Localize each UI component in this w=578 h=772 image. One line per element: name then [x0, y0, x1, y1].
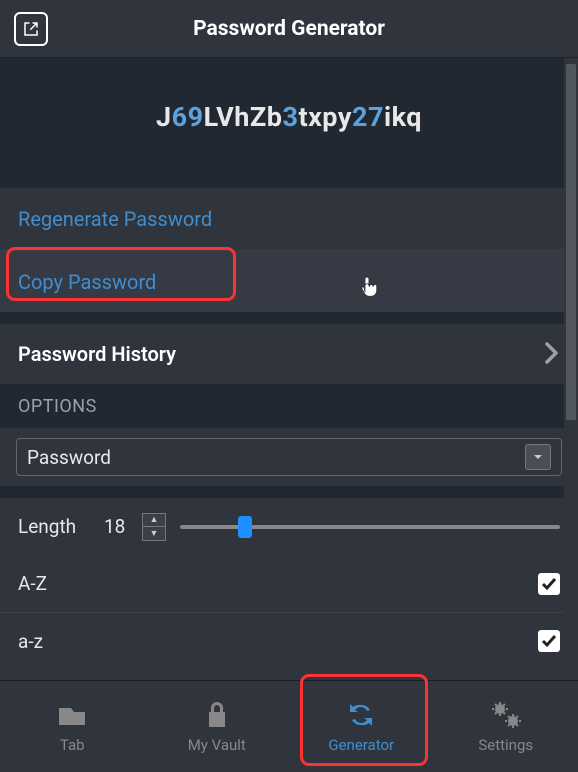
history-button[interactable]: Password History	[0, 324, 578, 384]
length-row: Length 18 ▲ ▼	[0, 498, 578, 555]
tab-label: Settings	[478, 736, 533, 754]
options-header: OPTIONS	[0, 384, 578, 428]
tab-tab[interactable]: Tab	[0, 681, 145, 772]
scroll-area[interactable]: J69LVhZb3txpy27ikq Regenerate Password C…	[0, 58, 578, 680]
length-label: Length	[18, 515, 104, 538]
option-row-a-z[interactable]: a-z	[0, 612, 578, 669]
tabbar: Tab My Vault Generator Settings	[0, 680, 578, 772]
tab-vault[interactable]: My Vault	[145, 681, 290, 772]
tab-icon	[56, 700, 88, 730]
stepper-down-icon[interactable]: ▼	[143, 527, 165, 540]
scroll-up-icon[interactable]: ▲	[565, 58, 575, 59]
option-label: A-Z	[18, 572, 104, 595]
type-select[interactable]: Password	[16, 438, 562, 476]
popout-button[interactable]	[14, 12, 48, 46]
regenerate-button[interactable]: Regenerate Password	[0, 188, 578, 250]
tab-label: Tab	[60, 736, 85, 754]
checkbox[interactable]	[538, 573, 560, 595]
generated-password: J69LVhZb3txpy27ikq	[0, 58, 578, 176]
scrollbar[interactable]: ▲	[564, 58, 578, 680]
tab-label: Generator	[328, 736, 394, 754]
popout-icon	[22, 20, 40, 38]
chevron-right-icon	[544, 338, 560, 371]
length-slider[interactable]	[180, 515, 560, 539]
chevron-down-icon	[525, 444, 551, 470]
slider-thumb[interactable]	[238, 516, 252, 538]
tab-generator[interactable]: Generator	[289, 681, 434, 772]
history-label: Password History	[18, 342, 176, 366]
option-label: a-z	[18, 630, 104, 653]
regenerate-label: Regenerate Password	[18, 207, 212, 231]
option-row-A-Z[interactable]: A-Z	[0, 555, 578, 612]
tab-settings[interactable]: Settings	[434, 681, 578, 772]
copy-label: Copy Password	[18, 270, 156, 294]
page-title: Password Generator	[48, 17, 530, 41]
type-select-value: Password	[27, 446, 111, 469]
stepper-up-icon[interactable]: ▲	[143, 514, 165, 528]
tab-label: My Vault	[188, 736, 246, 754]
length-value: 18	[104, 515, 138, 538]
length-stepper[interactable]: ▲ ▼	[142, 513, 166, 541]
checkbox[interactable]	[538, 630, 560, 652]
scrollbar-thumb[interactable]	[566, 64, 576, 420]
vault-icon	[201, 700, 233, 730]
generator-icon	[345, 700, 377, 730]
copy-button[interactable]: Copy Password	[0, 250, 578, 312]
settings-icon	[490, 700, 522, 730]
